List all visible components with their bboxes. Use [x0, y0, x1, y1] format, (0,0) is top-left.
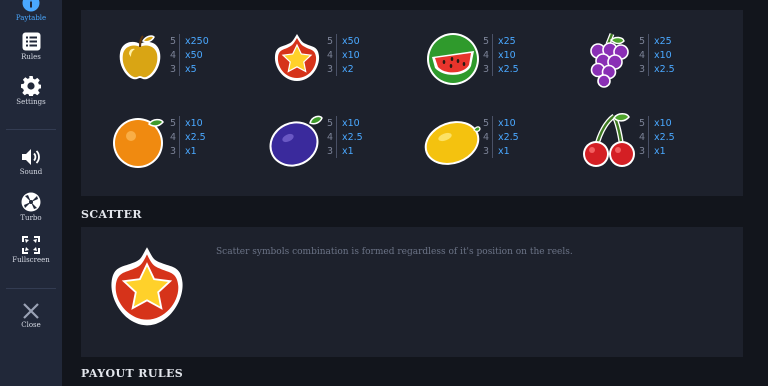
payout-multiplier: x10 — [185, 117, 203, 129]
symbol-card: 5 x10 4 x2.5 3 x1 — [109, 110, 259, 180]
payout-multiplier: x2.5 — [185, 131, 206, 143]
payout-multiplier: x1 — [185, 145, 197, 157]
symbol-payouts-panel: 5 x250 4 x50 3 x5 5 x50 4 x10 3 x2 5 x25… — [81, 10, 743, 196]
payout-multiplier: x50 — [185, 49, 203, 61]
fullscreen-icon — [22, 236, 40, 254]
payout-multiplier: x50 — [342, 35, 360, 47]
sidebar-item-label: Rules — [21, 53, 41, 61]
symbol-card: 5 x25 4 x10 3 x2.5 — [578, 28, 728, 98]
symbol-card: 5 x25 4 x10 3 x2.5 — [422, 28, 572, 98]
info-icon — [22, 0, 40, 12]
turbo-icon — [21, 192, 41, 212]
sidebar-item-label: Sound — [19, 168, 43, 176]
payout-table: 5 x250 4 x50 3 x5 — [170, 34, 209, 76]
scatter-star-icon — [111, 247, 183, 326]
watermelon-icon — [427, 33, 479, 85]
scatter-panel: Scatter symbols combination is formed re… — [81, 227, 743, 357]
gear-icon — [21, 76, 41, 96]
sidebar: Paytable Rules Settings Sound Turbo Full… — [0, 0, 62, 386]
payout-multiplier: x2.5 — [654, 131, 675, 143]
list-icon — [22, 32, 40, 51]
sidebar-item-settings[interactable]: Settings — [0, 76, 62, 106]
symbol-card: 5 x10 4 x2.5 3 x1 — [266, 110, 416, 180]
payout-table: 5 x25 4 x10 3 x2.5 — [639, 34, 675, 76]
scatter-description: Scatter symbols combination is formed re… — [216, 247, 573, 257]
speaker-icon — [22, 149, 40, 165]
sidebar-item-label: Fullscreen — [12, 256, 50, 264]
sidebar-item-label: Paytable — [15, 14, 47, 22]
section-title-payout-rules: PAYOUT RULES — [81, 367, 184, 380]
sidebar-item-paytable[interactable]: Paytable — [0, 0, 62, 22]
symbol-card: 5 x10 4 x2.5 3 x1 — [578, 110, 728, 180]
payout-table: 5 x25 4 x10 3 x2.5 — [483, 34, 519, 76]
paytable-content: 5 x250 4 x50 3 x5 5 x50 4 x10 3 x2 5 x25… — [62, 0, 768, 386]
payout-multiplier: x2.5 — [342, 131, 363, 143]
grapes-icon — [590, 33, 629, 88]
lemon-icon — [424, 121, 481, 165]
payout-multiplier: x10 — [654, 49, 672, 61]
payout-multiplier: x10 — [342, 117, 360, 129]
section-title-scatter: SCATTER — [81, 208, 142, 221]
star-icon — [274, 34, 320, 81]
payout-table: 5 x10 4 x2.5 3 x1 — [639, 116, 675, 158]
plum-icon — [269, 115, 323, 167]
sidebar-divider — [6, 129, 56, 130]
payout-multiplier: x10 — [654, 117, 672, 129]
cherries-icon — [583, 113, 635, 167]
sidebar-item-sound[interactable]: Sound — [0, 148, 62, 176]
orange-icon — [113, 118, 164, 168]
payout-table: 5 x50 4 x10 3 x2 — [327, 34, 360, 76]
sidebar-item-label: Close — [21, 321, 41, 329]
payout-multiplier: x2 — [342, 63, 354, 75]
sidebar-item-label: Turbo — [20, 214, 42, 222]
sidebar-divider — [6, 288, 56, 289]
payout-multiplier: x2.5 — [498, 63, 519, 75]
payout-multiplier: x1 — [342, 145, 354, 157]
payout-multiplier: x2.5 — [654, 63, 675, 75]
payout-multiplier: x2.5 — [498, 131, 519, 143]
payout-multiplier: x1 — [498, 145, 510, 157]
symbol-card: 5 x50 4 x10 3 x2 — [266, 28, 416, 98]
payout-multiplier: x1 — [654, 145, 666, 157]
payout-table: 5 x10 4 x2.5 3 x1 — [327, 116, 363, 158]
symbol-card: 5 x10 4 x2.5 3 x1 — [422, 110, 572, 180]
sidebar-item-close[interactable]: Close — [0, 303, 62, 329]
sidebar-item-turbo[interactable]: Turbo — [0, 192, 62, 222]
payout-table: 5 x10 4 x2.5 3 x1 — [483, 116, 519, 158]
payout-multiplier: x250 — [185, 35, 209, 47]
payout-multiplier: x5 — [185, 63, 197, 75]
sidebar-item-rules[interactable]: Rules — [0, 32, 62, 61]
payout-multiplier: x10 — [498, 49, 516, 61]
payout-multiplier: x10 — [342, 49, 360, 61]
sidebar-item-fullscreen[interactable]: Fullscreen — [0, 236, 62, 264]
close-icon — [23, 303, 39, 319]
apple-icon — [119, 35, 161, 80]
symbol-card: 5 x250 4 x50 3 x5 — [109, 28, 259, 98]
payout-table: 5 x10 4 x2.5 3 x1 — [170, 116, 206, 158]
payout-multiplier: x25 — [498, 35, 516, 47]
sidebar-item-label: Settings — [16, 98, 46, 106]
payout-multiplier: x10 — [498, 117, 516, 129]
payout-multiplier: x25 — [654, 35, 672, 47]
